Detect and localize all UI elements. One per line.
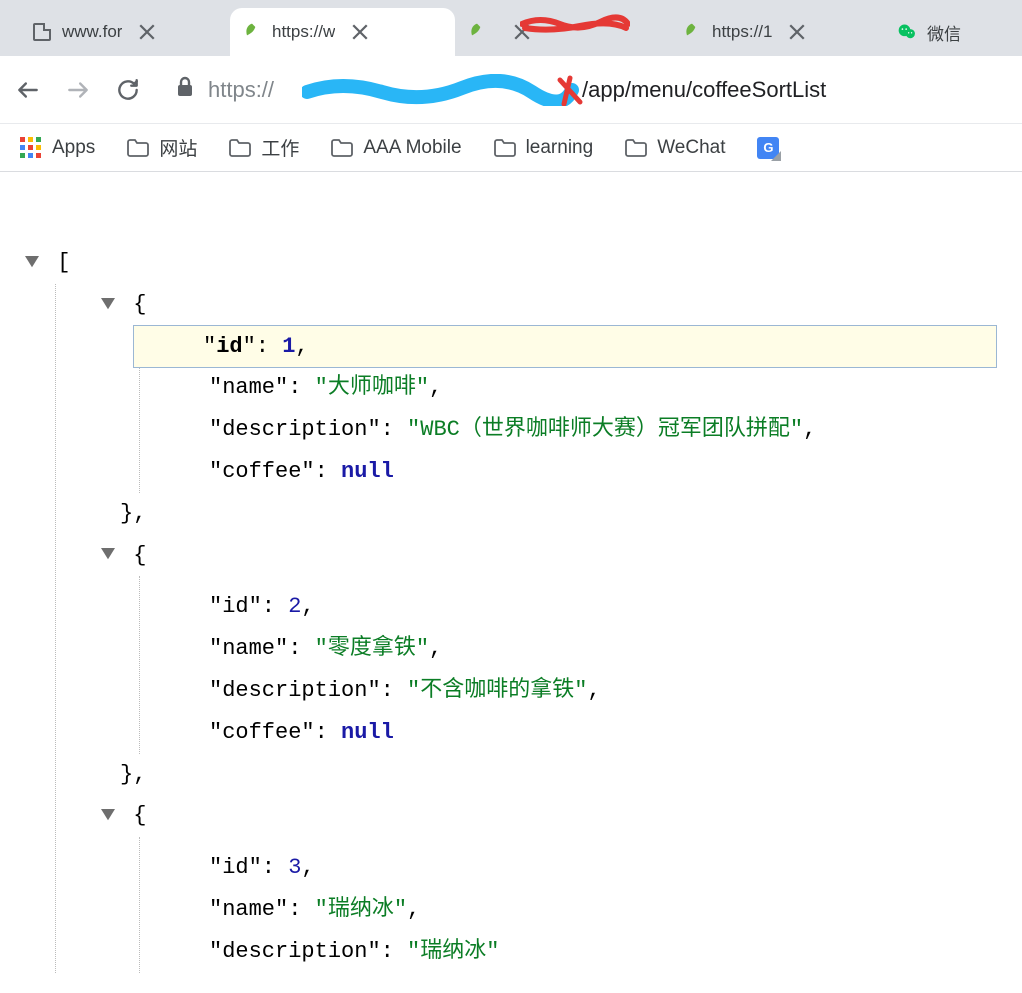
json-key: name [222, 889, 275, 931]
caret-down-icon[interactable] [20, 256, 44, 270]
json-array-open[interactable]: [ [20, 242, 1002, 284]
json-key: description [222, 409, 367, 451]
json-prop-id[interactable]: "id": 3, [140, 837, 1002, 889]
url-scheme: https:// [208, 77, 274, 103]
json-object-close: }, [120, 493, 1002, 535]
json-prop-coffee[interactable]: "coffee": null [140, 712, 1002, 754]
json-value: null [341, 712, 394, 754]
json-value: 2 [288, 586, 301, 628]
json-key: name [222, 367, 275, 409]
tab-title: 微信 [927, 20, 961, 45]
json-value: 1 [282, 326, 295, 368]
bookmark-label: learning [526, 137, 594, 159]
leaf-icon [467, 22, 487, 42]
apps-label: Apps [52, 137, 95, 159]
json-value: 不含咖啡的拿铁 [420, 678, 574, 703]
wechat-icon [897, 22, 917, 42]
folder-icon [127, 139, 149, 157]
close-icon[interactable] [788, 23, 806, 41]
translate-icon [757, 137, 779, 159]
json-value: 瑞纳冰 [328, 897, 394, 922]
json-prop-description[interactable]: "description": "瑞纳冰" [140, 931, 1002, 973]
forward-button[interactable] [62, 74, 94, 106]
folder-icon [229, 139, 251, 157]
json-value: WBC（世界咖啡师大赛）冠军团队拼配 [420, 417, 790, 442]
address-bar[interactable]: https:// /app/menu/coffeeSortList [162, 68, 1010, 112]
json-value: 大师咖啡 [328, 375, 416, 400]
bookmark-translate[interactable] [757, 137, 779, 159]
json-object-open[interactable]: { [96, 795, 1002, 837]
tab-5[interactable]: 微信 [885, 8, 1015, 56]
json-prop-name[interactable]: "name": "大师咖啡", [140, 367, 1002, 409]
json-viewer: [ { "id": 1, "name": "大师咖啡", "descriptio… [0, 172, 1022, 993]
apps-icon [20, 137, 42, 159]
bookmark-label: AAA Mobile [363, 137, 461, 159]
json-key: description [222, 931, 367, 973]
bookmark-label: 工作 [261, 134, 299, 161]
folder-icon [625, 139, 647, 157]
caret-down-icon[interactable] [96, 548, 120, 562]
json-prop-id[interactable]: "id": 2, [140, 576, 1002, 628]
bookmark-label: WeChat [657, 137, 725, 159]
folder-icon [494, 139, 516, 157]
bookmark-folder[interactable]: learning [494, 137, 594, 159]
back-button[interactable] [12, 74, 44, 106]
json-key: coffee [222, 451, 301, 493]
bookmark-folder[interactable]: WeChat [625, 137, 725, 159]
leaf-icon [242, 22, 262, 42]
json-key: id [222, 847, 248, 889]
close-icon[interactable] [351, 23, 369, 41]
json-key: id [216, 326, 242, 368]
toolbar: https:// /app/menu/coffeeSortList [0, 56, 1022, 124]
tab-1[interactable]: www.for [20, 8, 230, 56]
json-key: name [222, 628, 275, 670]
tab-4[interactable]: https://1 [670, 8, 885, 56]
json-key: description [222, 670, 367, 712]
tab-title: www.for [62, 22, 122, 42]
json-prop-description[interactable]: "description": "WBC（世界咖啡师大赛）冠军团队拼配", [140, 409, 1002, 451]
tab-title: https://w [272, 22, 335, 42]
reload-button[interactable] [112, 74, 144, 106]
json-prop-name[interactable]: "name": "零度拿铁", [140, 628, 1002, 670]
json-value: 瑞纳冰 [420, 939, 486, 964]
tab-2-active[interactable]: https://w [230, 8, 455, 56]
json-object-close: }, [120, 754, 1002, 796]
json-value: 零度拿铁 [328, 636, 416, 661]
json-prop-id-highlighted[interactable]: "id": 1, [134, 326, 996, 368]
apps-button[interactable]: Apps [20, 137, 95, 159]
tab-title: https://1 [712, 22, 772, 42]
bookmarks-bar: Apps 网站 工作 AAA Mobile learning WeChat [0, 124, 1022, 172]
tab-3[interactable] [455, 8, 670, 56]
bookmark-folder[interactable]: AAA Mobile [331, 137, 461, 159]
lock-icon [176, 76, 194, 104]
json-object-open[interactable]: { [96, 535, 1002, 577]
url-path: /app/menu/coffeeSortList [582, 77, 826, 103]
redaction-scribble [302, 74, 592, 106]
json-prop-name[interactable]: "name": "瑞纳冰", [140, 889, 1002, 931]
leaf-icon [682, 22, 702, 42]
close-icon[interactable] [513, 23, 531, 41]
tab-strip: www.for https://w https://1 微信 [0, 0, 1022, 56]
file-icon [32, 22, 52, 42]
bookmark-label: 网站 [159, 134, 197, 161]
bookmark-folder[interactable]: 网站 [127, 134, 197, 161]
bookmark-folder[interactable]: 工作 [229, 134, 299, 161]
folder-icon [331, 139, 353, 157]
json-prop-description[interactable]: "description": "不含咖啡的拿铁", [140, 670, 1002, 712]
json-value: null [341, 451, 394, 493]
json-prop-coffee[interactable]: "coffee": null [140, 451, 1002, 493]
json-key: coffee [222, 712, 301, 754]
caret-down-icon[interactable] [96, 298, 120, 312]
json-object-open[interactable]: { [96, 284, 1002, 326]
close-icon[interactable] [138, 23, 156, 41]
json-value: 3 [288, 847, 301, 889]
caret-down-icon[interactable] [96, 809, 120, 823]
json-key: id [222, 586, 248, 628]
